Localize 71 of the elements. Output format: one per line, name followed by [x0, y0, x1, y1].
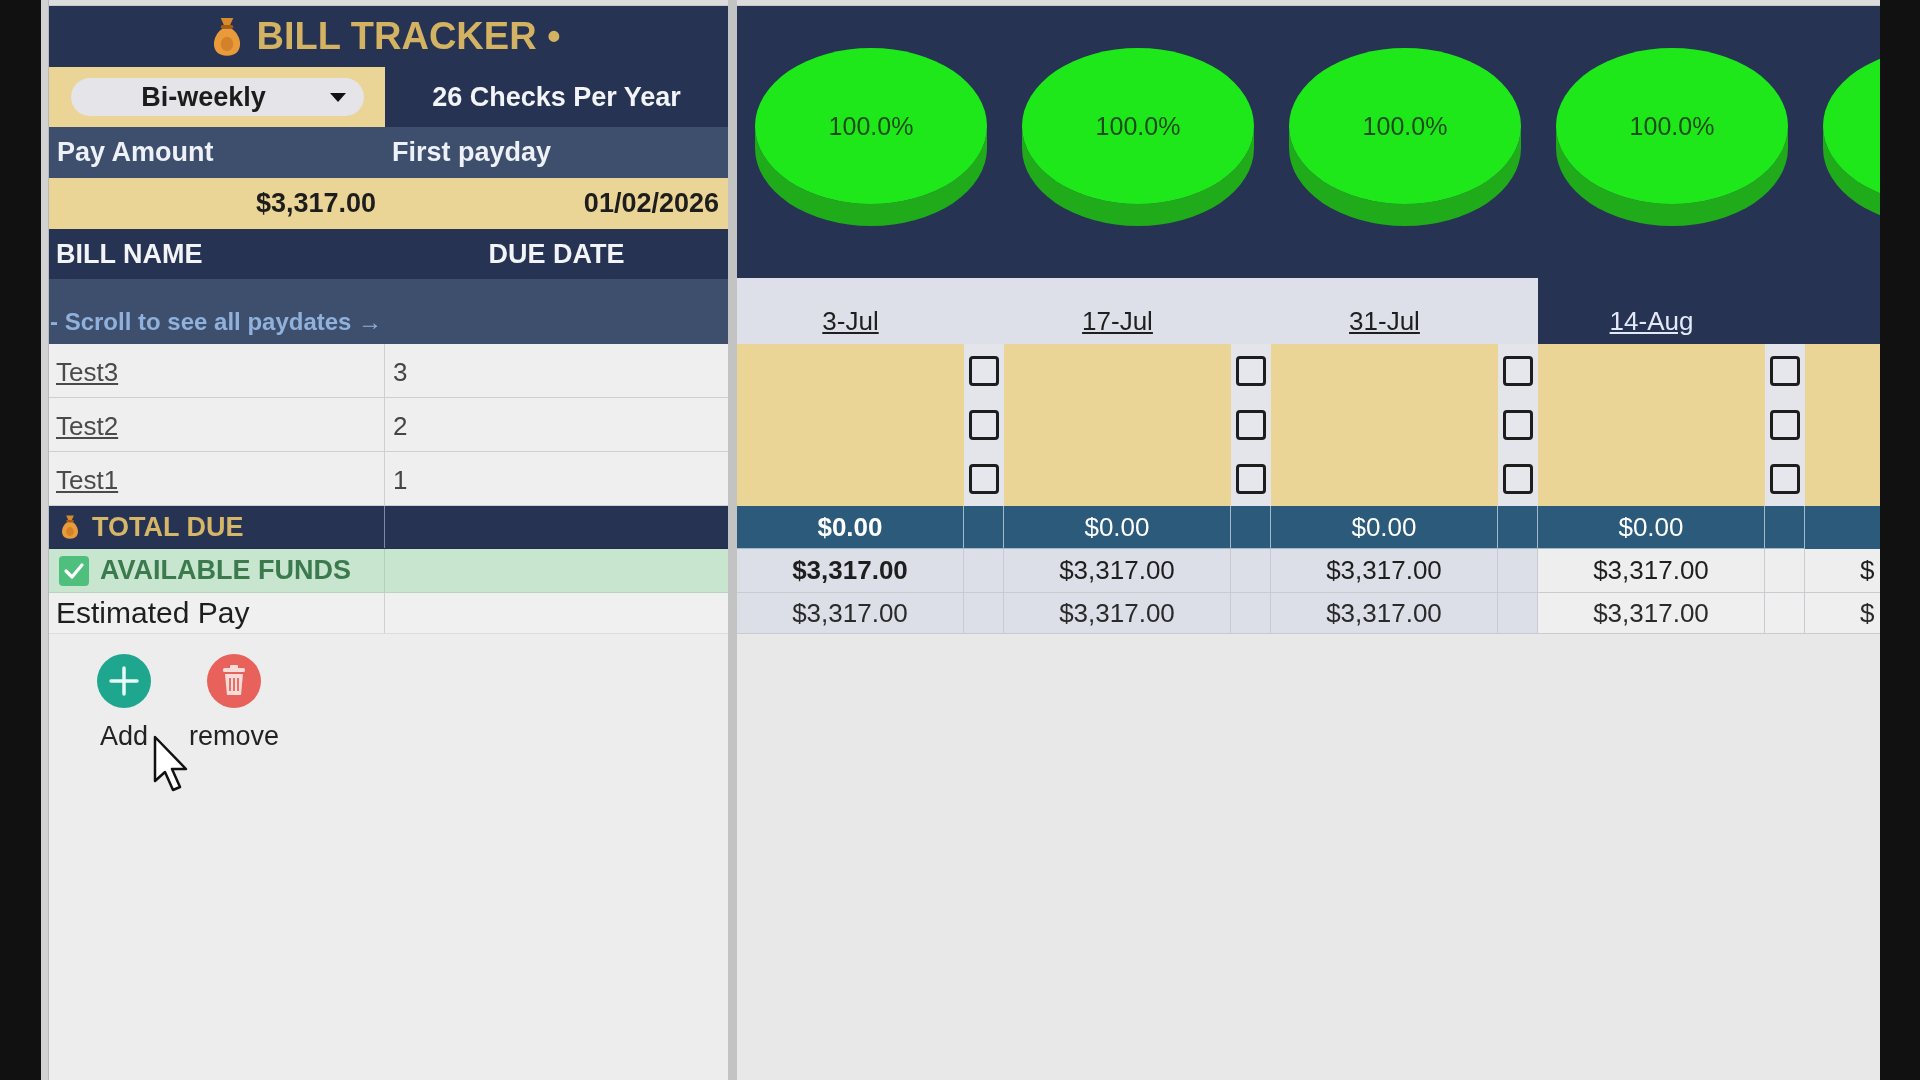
blank-table-cell: [964, 549, 1004, 593]
bill-link[interactable]: Test3: [56, 357, 119, 388]
checkbox[interactable]: [969, 410, 999, 440]
checkbox[interactable]: [1503, 464, 1533, 494]
total-due-amount: $0.00: [1271, 506, 1498, 549]
estimated-pay-amount: $3,317.00: [737, 593, 964, 634]
blank-table-cell: [1765, 506, 1805, 549]
trash-icon: [207, 654, 261, 708]
checkbox[interactable]: [969, 464, 999, 494]
checkbox[interactable]: [1503, 356, 1533, 386]
total-due-amount: $0.00: [737, 506, 964, 549]
column-header: First payday: [391, 136, 553, 169]
pie-label: 100.0%: [828, 112, 913, 140]
check-icon: [59, 555, 89, 586]
pie-label: 100.0%: [1362, 112, 1447, 140]
column-header: Pay Amount: [56, 136, 215, 169]
estimated-pay-amount: $: [1805, 593, 1880, 634]
table-cell-text: 01/02/2026: [582, 187, 720, 220]
caret-icon: [330, 92, 346, 102]
blank-table-cell: [964, 593, 1004, 634]
blank-table-cell: [1498, 593, 1538, 634]
blank-table-cell: [1765, 549, 1805, 593]
column-header: DUE DATE: [487, 237, 626, 271]
blank-table-cell: [1231, 506, 1271, 549]
estimated-pay-amount: $3,317.00: [1538, 593, 1765, 634]
bill-link[interactable]: Test2: [56, 411, 119, 442]
checkbox[interactable]: [1770, 410, 1800, 440]
pay-frequency-dropdown[interactable]: Bi-weekly: [71, 78, 364, 116]
available-funds-label: AVAILABLE FUNDS: [100, 555, 351, 586]
column-header: BILL NAME: [55, 237, 204, 271]
available-funds-amount: $3,317.00: [1538, 549, 1765, 593]
total-due-amount: $0.00: [1538, 506, 1765, 549]
total-due-amount: $0.00: [1004, 506, 1231, 549]
app-title: BILL TRACKER •: [256, 15, 561, 58]
estimated-pay-amount: $3,317.00: [1004, 593, 1231, 634]
blank-table-cell: [1231, 549, 1271, 593]
pie-label: 100.0%: [1095, 112, 1180, 140]
blank-table-cell: [1498, 549, 1538, 593]
date-link[interactable]: 17-Jul: [1082, 306, 1153, 337]
available-funds-amount: $3,317.00: [1004, 549, 1231, 593]
money-bag-icon: [59, 514, 81, 540]
date-link[interactable]: 3-Jul: [822, 306, 879, 337]
checkbox[interactable]: [1770, 356, 1800, 386]
checkbox[interactable]: [1770, 464, 1800, 494]
bill-link[interactable]: Test1: [56, 465, 119, 496]
due-date-cell-text: 3: [392, 356, 409, 389]
due-date-cell-text: 2: [392, 410, 409, 443]
plus-icon: [97, 654, 151, 708]
due-date-cell-text: 1: [392, 464, 409, 497]
scroll-hint: - Scroll to see all paydates →: [50, 308, 383, 336]
total-due-label: TOTAL DUE: [92, 511, 244, 543]
remove-button[interactable]: remove: [189, 654, 280, 752]
blank-table-cell: [1231, 593, 1271, 634]
date-link[interactable]: 14-Aug: [1609, 306, 1694, 337]
checkbox[interactable]: [1236, 356, 1266, 386]
blank-table-cell: [1765, 593, 1805, 634]
checkbox[interactable]: [969, 356, 999, 386]
blank-table-cell: [964, 506, 1004, 549]
blank-table-cell: [1498, 506, 1538, 549]
checkbox[interactable]: [1236, 410, 1266, 440]
table-cell-text: $3,317.00: [254, 187, 377, 220]
available-funds-amount: $: [1805, 549, 1880, 593]
estimated-pay-amount: $3,317.00: [1271, 593, 1498, 634]
available-funds-amount: $3,317.00: [1271, 549, 1498, 593]
estimated-pay-label: Estimated Pay: [56, 596, 250, 630]
available-funds-amount: $3,317.00: [737, 549, 964, 593]
checkbox[interactable]: [1503, 410, 1533, 440]
checkbox[interactable]: [1236, 464, 1266, 494]
pie-label: 100.0%: [1629, 112, 1714, 140]
add-button[interactable]: Add: [97, 654, 151, 752]
date-link[interactable]: 31-Jul: [1349, 306, 1420, 337]
